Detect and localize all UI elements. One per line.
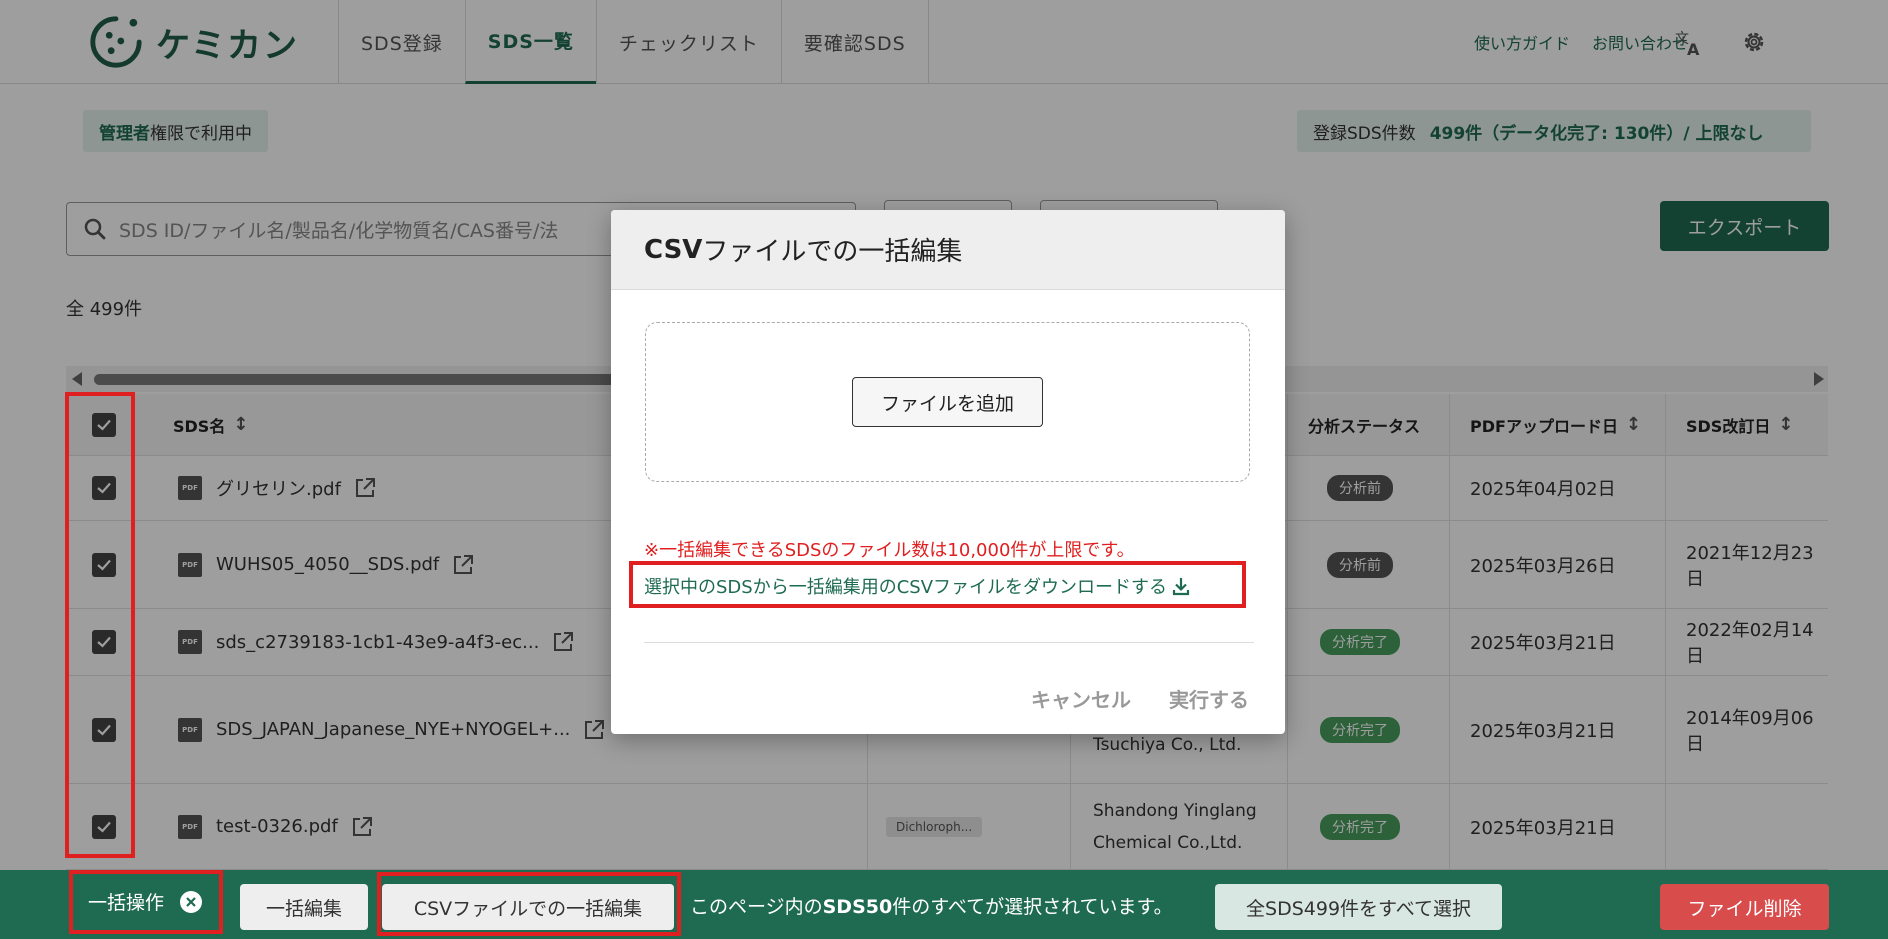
limit-note: ※一括編集できるSDSのファイル数は10,000件が上限です。 [644,540,1135,561]
download-icon [1172,578,1190,596]
bulk-operation-label: 一括操作 [88,888,203,915]
cancel-button[interactable]: キャンセル [1031,684,1131,713]
select-all-sds-button[interactable]: 全SDS499件をすべて選択 [1215,884,1502,930]
csv-bulk-edit-dialog: CSV ファイルでの一括編集 ファイルを追加 ※一括編集できるSDSのファイル数は… [611,210,1285,734]
bulk-action-bar: 一括操作 一括編集 CSVファイルでの一括編集 このページ内のSDS50件のすべ… [0,870,1888,939]
download-csv-link[interactable]: 選択中のSDSから一括編集用のCSVファイルをダウンロードする [644,573,1191,599]
dialog-title: CSV ファイルでの一括編集 [611,210,1285,290]
csv-bulk-edit-button[interactable]: CSVファイルでの一括編集 [382,884,674,930]
delete-files-button[interactable]: ファイル削除 [1660,884,1829,930]
bulk-edit-button[interactable]: 一括編集 [240,884,368,930]
file-dropzone[interactable]: ファイルを追加 [645,322,1250,482]
close-icon[interactable] [180,890,203,913]
execute-button[interactable]: 実行する [1169,684,1249,713]
add-file-button[interactable]: ファイルを追加 [852,377,1043,427]
selection-message: このページ内のSDS50件のすべてが選択されています。 [690,896,1173,918]
dialog-divider [644,642,1254,643]
